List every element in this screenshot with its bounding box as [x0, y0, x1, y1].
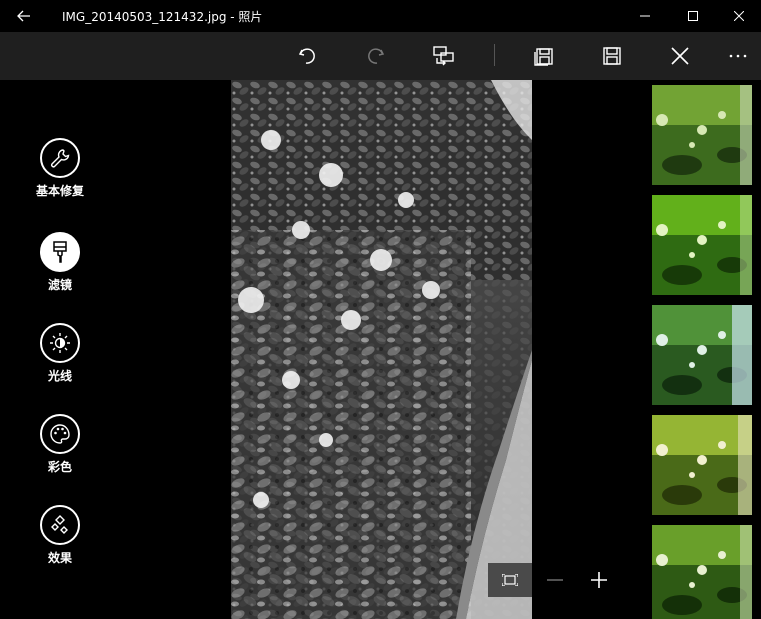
save-button[interactable]	[596, 40, 628, 72]
back-button[interactable]	[8, 0, 40, 32]
photo-image	[231, 80, 532, 619]
tool-basic-fixes-circle	[40, 138, 80, 178]
zoom-out-button[interactable]	[538, 563, 572, 597]
zoom-in-button[interactable]	[582, 563, 616, 597]
palette-icon	[50, 424, 70, 444]
sun-icon	[50, 333, 70, 353]
filter-preview-image	[652, 525, 752, 619]
edit-tools-panel: 基本修复 滤镜 光线 彩色 效果	[0, 80, 120, 619]
tool-effects[interactable]: 效果	[20, 505, 100, 566]
tool-effects-circle	[40, 505, 80, 545]
minimize-button[interactable]	[622, 0, 668, 32]
tool-basic-fixes[interactable]: 基本修复	[20, 138, 100, 199]
filter-preview-image	[652, 195, 752, 295]
tool-light-circle	[40, 323, 80, 363]
wrench-icon	[51, 149, 70, 168]
tool-label: 基本修复	[35, 184, 84, 198]
tool-filters-circle	[40, 232, 80, 272]
tool-color-circle	[40, 414, 80, 454]
tool-label: 效果	[47, 551, 72, 565]
filter-thumbnail[interactable]	[652, 415, 752, 515]
title-bar: IMG_20140503_121432.jpg - 照片	[0, 0, 761, 32]
tool-label: 彩色	[47, 460, 72, 474]
undo-button[interactable]	[291, 40, 323, 72]
filter-preview-image	[652, 85, 752, 185]
save-icon	[603, 47, 621, 65]
filter-thumbnail[interactable]	[652, 195, 752, 295]
more-icon	[729, 54, 747, 58]
tool-label: 光线	[47, 369, 72, 383]
toolbar-separator	[494, 44, 495, 66]
window-close-button[interactable]	[716, 0, 761, 32]
plus-icon	[591, 572, 607, 588]
maximize-button[interactable]	[670, 0, 716, 32]
close-icon	[671, 47, 689, 65]
filter-preview-image	[652, 415, 752, 515]
fit-to-window-button[interactable]	[488, 563, 532, 597]
zoom-controls	[488, 563, 624, 597]
edit-toolbar	[0, 32, 761, 80]
filter-thumbnail[interactable]	[652, 525, 752, 619]
compare-icon	[433, 46, 454, 66]
compare-button[interactable]	[428, 40, 460, 72]
photo-canvas[interactable]	[231, 80, 532, 619]
redo-button[interactable]	[360, 40, 392, 72]
filter-preview-image	[652, 305, 752, 405]
redo-icon	[368, 48, 385, 64]
filter-thumbnail[interactable]	[652, 85, 752, 185]
minimize-icon	[640, 15, 650, 17]
close-icon	[734, 11, 744, 21]
undo-icon	[298, 48, 315, 64]
tool-filters[interactable]: 滤镜	[20, 232, 100, 293]
more-button[interactable]	[722, 40, 754, 72]
fit-icon	[502, 574, 518, 586]
filter-thumbnail[interactable]	[652, 305, 752, 405]
maximize-icon	[688, 11, 698, 21]
tool-label: 滤镜	[47, 278, 72, 292]
brush-icon	[53, 241, 67, 263]
tool-light[interactable]: 光线	[20, 323, 100, 384]
window-title: IMG_20140503_121432.jpg - 照片	[62, 10, 263, 24]
back-arrow-icon	[17, 10, 30, 22]
save-copy-icon	[534, 48, 553, 66]
save-copy-button[interactable]	[528, 40, 560, 72]
discard-button[interactable]	[664, 40, 696, 72]
minus-icon	[547, 579, 563, 581]
effects-icon	[51, 515, 68, 534]
tool-color[interactable]: 彩色	[20, 414, 100, 475]
